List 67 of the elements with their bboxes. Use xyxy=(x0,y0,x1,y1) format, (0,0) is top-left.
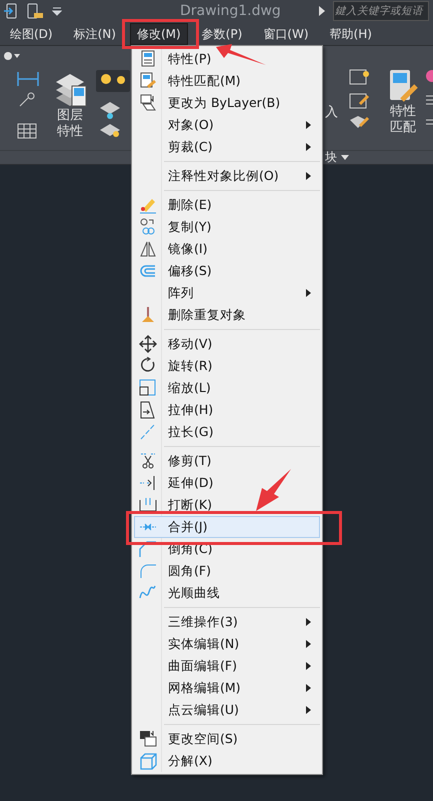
menu-option[interactable]: 拉长(G) xyxy=(134,421,320,443)
move-icon xyxy=(139,335,157,353)
menu-option[interactable]: 分解(X) xyxy=(134,750,320,772)
menu-option[interactable]: 特性匹配(M) xyxy=(134,70,320,92)
cube-icon xyxy=(139,752,157,770)
menu-option[interactable]: 缩放(L) xyxy=(134,377,320,399)
fillet-icon xyxy=(139,562,157,580)
menu-option[interactable]: 特性(P) xyxy=(134,48,320,70)
mirror-icon xyxy=(139,240,157,258)
menu-option[interactable]: 复制(Y) xyxy=(134,216,320,238)
menu-option[interactable]: 删除重复对象 xyxy=(134,304,320,326)
menu-option[interactable]: 网格编辑(M) xyxy=(134,677,320,699)
extend-icon xyxy=(139,474,157,492)
expand-icon[interactable] xyxy=(319,6,325,16)
ribbon-label: 入 xyxy=(325,105,338,121)
menu-option[interactable]: 移动(V) xyxy=(134,333,320,355)
menu-option[interactable]: 光顺曲线 xyxy=(134,582,320,604)
menu-option[interactable]: 实体编辑(N) xyxy=(134,633,320,655)
menu-option[interactable]: 三维操作(3) xyxy=(134,611,320,633)
match-properties-icon xyxy=(388,68,418,104)
color-dropdown-icon[interactable] xyxy=(4,51,20,61)
menu-option[interactable]: 偏移(S) xyxy=(134,260,320,282)
menu-option[interactable]: 镜像(I) xyxy=(134,238,320,260)
brush-icon xyxy=(139,72,157,90)
folder-icon[interactable] xyxy=(26,3,44,19)
dropdown-icon[interactable] xyxy=(52,6,62,16)
lengthen-icon xyxy=(139,423,157,441)
change-space-icon xyxy=(139,730,157,748)
eraser-icon xyxy=(139,196,157,214)
menu-option[interactable]: 拉伸(H) xyxy=(134,399,320,421)
layer-properties-button[interactable]: 图层特性 xyxy=(52,68,88,140)
menu-option[interactable]: 对象(O) xyxy=(134,114,320,136)
menu-item[interactable]: 帮助(H) xyxy=(322,22,379,44)
stretch-icon xyxy=(139,401,157,419)
menu-option[interactable]: 删除(E) xyxy=(134,194,320,216)
menu-option[interactable]: 圆角(F) xyxy=(134,560,320,582)
menu-option[interactable]: 打断(K) xyxy=(134,494,320,516)
match-properties-button[interactable]: 特性匹配 xyxy=(388,68,418,136)
pointer-arrow xyxy=(216,43,268,67)
scissors-icon xyxy=(139,452,157,470)
menu-item[interactable]: 修改(M) xyxy=(130,22,188,44)
menu-option[interactable]: 注释性对象比例(O) xyxy=(134,165,320,187)
search-field[interactable]: 鍵入关键字或短语 xyxy=(333,1,429,21)
panel-title[interactable]: 块 xyxy=(325,150,349,165)
menu-item[interactable]: 窗口(W) xyxy=(256,22,316,44)
import-icon[interactable] xyxy=(4,3,18,19)
menu-option[interactable]: 更改为 ByLayer(B) xyxy=(134,92,320,114)
menu-option[interactable]: 旋转(R) xyxy=(134,355,320,377)
properties-icon xyxy=(139,50,157,68)
menu-option[interactable]: 阵列 xyxy=(134,282,320,304)
menu-option[interactable]: 点云编辑(U) xyxy=(134,699,320,721)
menu-option[interactable]: 曲面编辑(F) xyxy=(134,655,320,677)
scale-icon xyxy=(139,379,157,397)
break-icon xyxy=(139,496,157,514)
menu-option[interactable]: 延伸(D) xyxy=(134,472,320,494)
menu-option[interactable]: 修剪(T) xyxy=(134,450,320,472)
window-title: Drawing1.dwg xyxy=(180,2,281,20)
copy-icon xyxy=(139,218,157,236)
layer-change-icon xyxy=(139,94,157,112)
menu-item[interactable]: 参数(P) xyxy=(194,22,250,44)
menu-item[interactable]: 标注(N) xyxy=(66,22,123,44)
menu-item[interactable]: 绘图(D) xyxy=(3,22,60,44)
menu-option[interactable]: 合并(J) xyxy=(134,516,320,538)
caret-icon xyxy=(341,154,349,160)
menu-option[interactable]: 剪裁(C) xyxy=(134,136,320,158)
menu-option[interactable]: 更改空间(S) xyxy=(134,728,320,750)
chamfer-icon xyxy=(139,540,157,558)
